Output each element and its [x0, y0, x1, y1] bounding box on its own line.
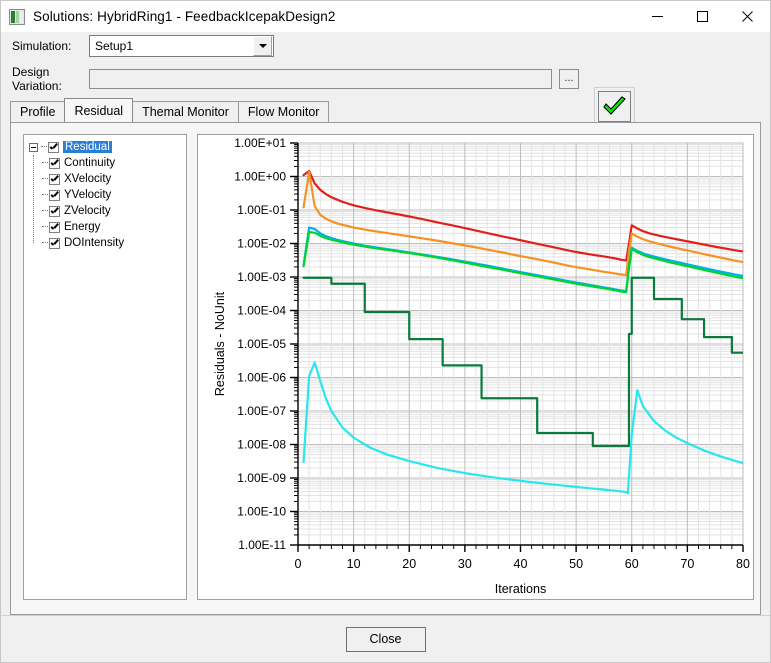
collapse-icon[interactable]	[29, 143, 38, 152]
tree-label-continuity: Continuity	[64, 157, 115, 169]
tree-item-energy[interactable]: Energy	[29, 219, 186, 235]
window-title: Solutions: HybridRing1 - FeedbackIcepakD…	[33, 9, 336, 24]
checkbox-xvelocity[interactable]	[49, 174, 60, 185]
svg-text:1.00E-11: 1.00E-11	[238, 538, 286, 552]
svg-text:30: 30	[458, 557, 472, 571]
svg-text:70: 70	[680, 557, 694, 571]
checkbox-yvelocity[interactable]	[49, 190, 60, 201]
design-variation-label: Design Variation:	[1, 65, 89, 93]
tree-root-residual[interactable]: Residual	[29, 139, 186, 155]
svg-text:1.00E-04: 1.00E-04	[237, 304, 286, 318]
tree-label-residual: Residual	[63, 141, 112, 153]
svg-text:1.00E-06: 1.00E-06	[237, 371, 286, 385]
tree-item-yvelocity[interactable]: YVelocity	[29, 187, 186, 203]
checkbox-zvelocity[interactable]	[49, 206, 60, 217]
minimize-icon[interactable]	[635, 1, 680, 32]
svg-text:1.00E-10: 1.00E-10	[237, 505, 286, 519]
svg-text:1.00E-02: 1.00E-02	[237, 237, 286, 251]
svg-text:1.00E+01: 1.00E+01	[234, 136, 286, 150]
residual-tree[interactable]: Residual Continuity XVelocity YVelocity	[23, 134, 187, 600]
svg-text:60: 60	[625, 557, 639, 571]
chevron-down-icon[interactable]	[253, 36, 272, 56]
svg-text:1.00E-03: 1.00E-03	[237, 270, 286, 284]
svg-text:1.00E-07: 1.00E-07	[237, 404, 286, 418]
title-bar: Solutions: HybridRing1 - FeedbackIcepakD…	[1, 1, 770, 32]
svg-text:10: 10	[347, 557, 361, 571]
app-chart-icon	[9, 9, 25, 25]
footer-bar: Close	[1, 615, 770, 662]
checkbox-continuity[interactable]	[49, 158, 60, 169]
svg-text:Residuals - NoUnit: Residuals - NoUnit	[213, 291, 227, 396]
close-button[interactable]: Close	[346, 627, 426, 652]
svg-text:0: 0	[295, 557, 302, 571]
tree-item-xvelocity[interactable]: XVelocity	[29, 171, 186, 187]
tree-item-continuity[interactable]: Continuity	[29, 155, 186, 171]
tree-children: Continuity XVelocity YVelocity ZVelocity	[29, 155, 186, 251]
tree-label-energy: Energy	[64, 221, 100, 233]
tab-residual[interactable]: Residual	[64, 98, 133, 122]
maximize-icon[interactable]	[680, 1, 725, 32]
tab-bar: Profile Residual Themal Monitor Flow Mon…	[10, 98, 770, 122]
checkbox-energy[interactable]	[49, 222, 60, 233]
checkbox-dointensity[interactable]	[49, 238, 60, 249]
tree-label-xvelocity: XVelocity	[64, 173, 111, 185]
svg-text:20: 20	[402, 557, 416, 571]
tree-label-yvelocity: YVelocity	[64, 189, 111, 201]
design-variation-browse-button[interactable]: ...	[559, 69, 579, 89]
svg-text:1.00E-01: 1.00E-01	[237, 203, 286, 217]
checkbox-residual[interactable]	[48, 142, 59, 153]
svg-text:1.00E-08: 1.00E-08	[237, 438, 286, 452]
residual-panel: Residual Continuity XVelocity YVelocity	[10, 122, 761, 615]
design-variation-row: Design Variation: ...	[1, 65, 770, 93]
simulation-select[interactable]: Setup1	[89, 35, 274, 57]
tree-label-dointensity: DOIntensity	[64, 237, 124, 249]
tab-flow-monitor[interactable]: Flow Monitor	[238, 101, 330, 122]
svg-text:1.00E-05: 1.00E-05	[237, 337, 286, 351]
close-icon[interactable]	[725, 1, 770, 32]
solutions-window: Solutions: HybridRing1 - FeedbackIcepakD…	[0, 0, 771, 663]
tree-item-dointensity[interactable]: DOIntensity	[29, 235, 186, 251]
simulation-label: Simulation:	[1, 39, 89, 53]
svg-text:1.00E-09: 1.00E-09	[237, 471, 286, 485]
svg-text:50: 50	[569, 557, 583, 571]
design-variation-input[interactable]	[89, 69, 552, 89]
svg-text:40: 40	[514, 557, 528, 571]
tab-profile[interactable]: Profile	[10, 101, 65, 122]
simulation-row: Simulation: Setup1	[1, 35, 770, 57]
window-controls	[635, 1, 770, 32]
tree-item-zvelocity[interactable]: ZVelocity	[29, 203, 186, 219]
form-area: Simulation: Setup1 Design Variation: ...	[1, 32, 770, 98]
residual-chart[interactable]: 1.00E+01 1.00E+00 1.00E-01 1.00E-02 1.00E-03…	[197, 134, 754, 600]
simulation-value: Setup1	[90, 39, 253, 53]
svg-text:80: 80	[736, 557, 750, 571]
residual-plot-svg: 1.00E+01 1.00E+00 1.00E-01 1.00E-02 1.00E-03…	[198, 135, 753, 599]
tree-label-zvelocity: ZVelocity	[64, 205, 111, 217]
svg-text:1.00E+00: 1.00E+00	[234, 170, 286, 184]
tab-themal-monitor[interactable]: Themal Monitor	[132, 101, 239, 122]
svg-text:Iterations: Iterations	[495, 582, 546, 596]
